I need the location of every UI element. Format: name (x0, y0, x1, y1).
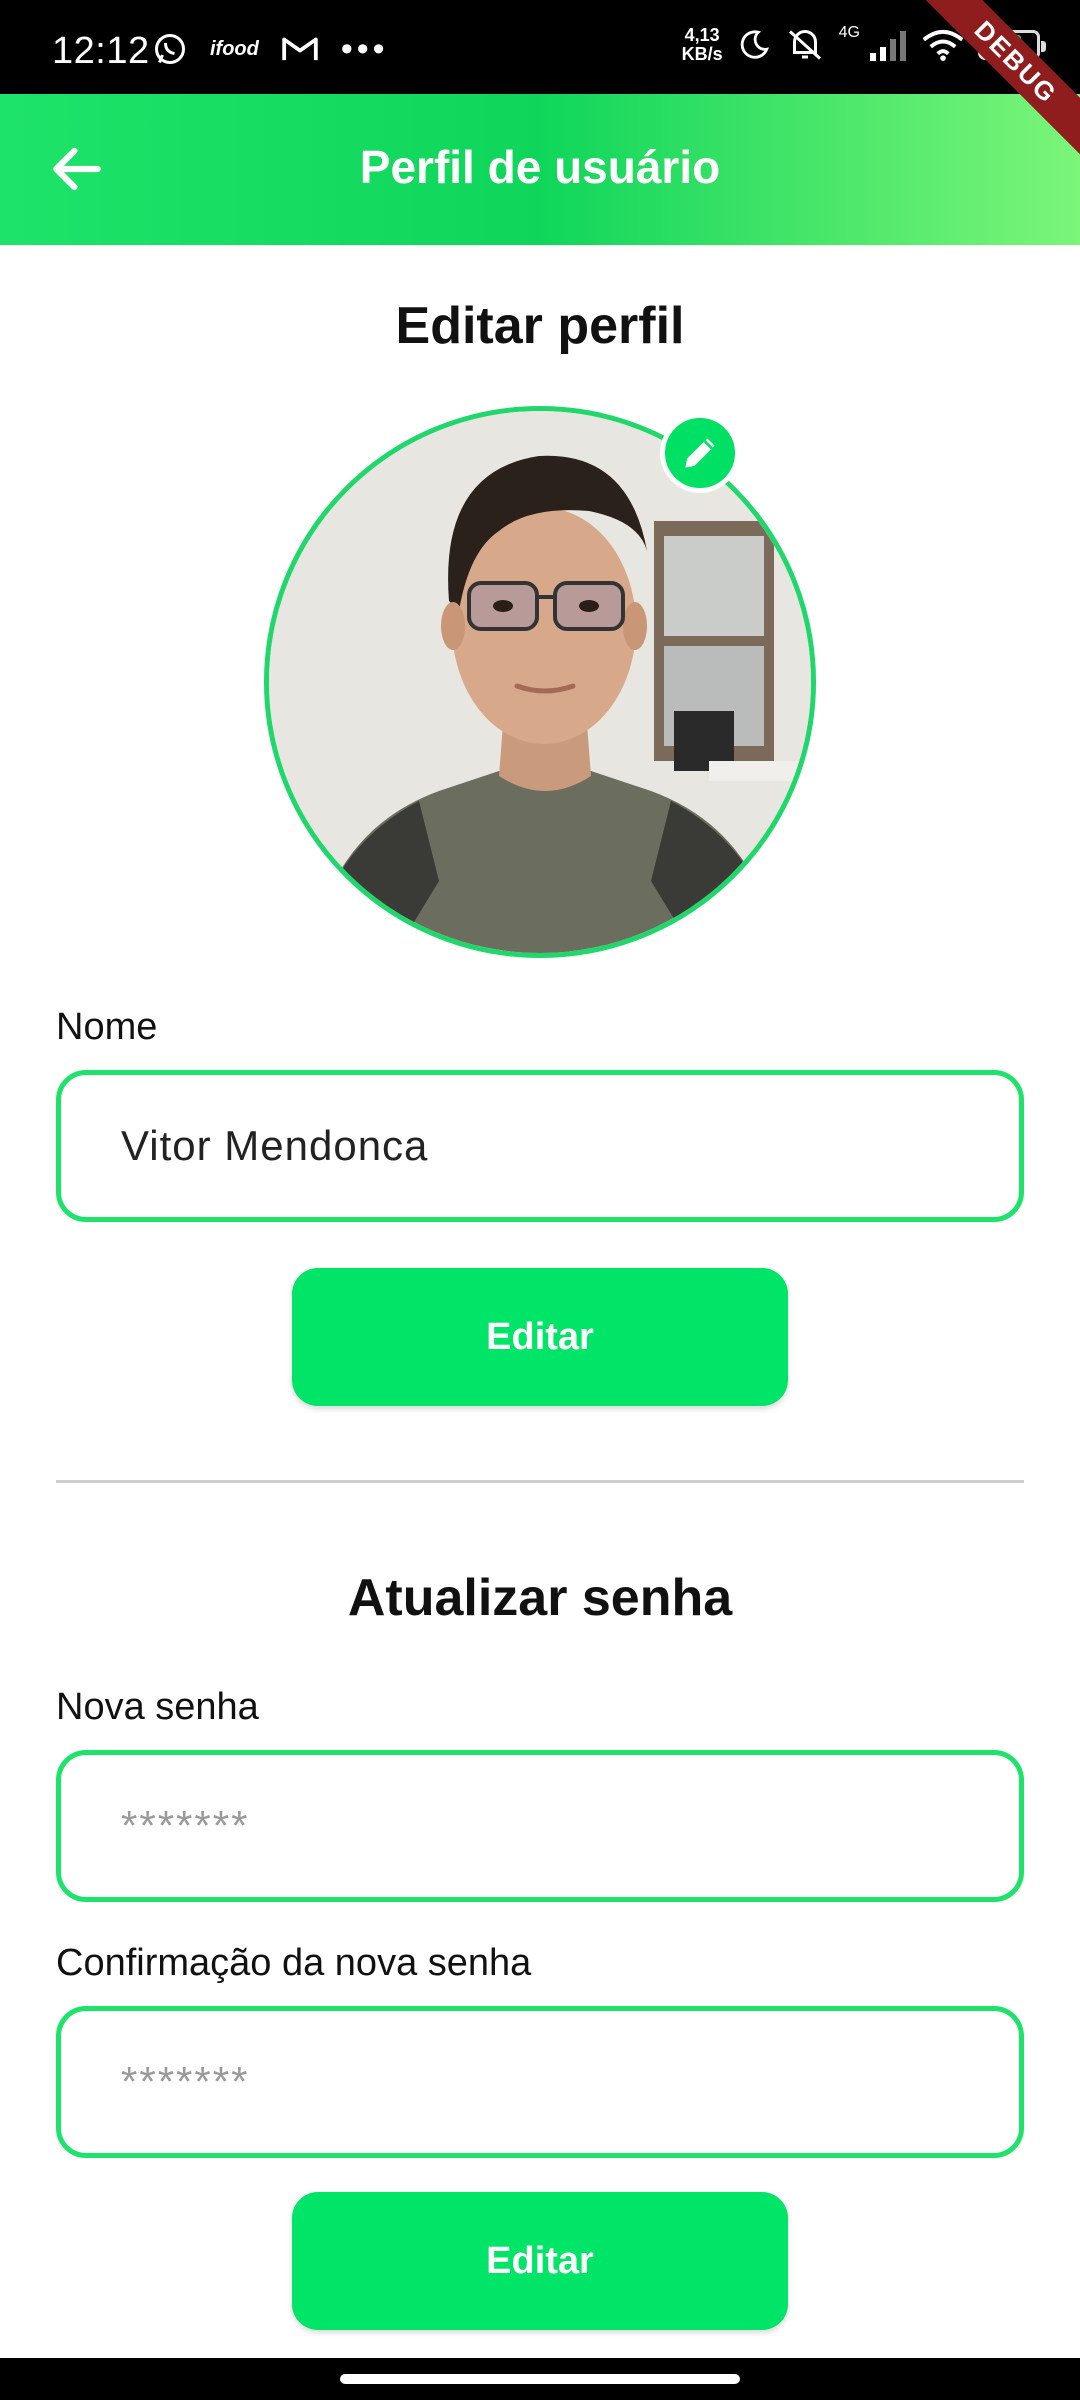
pencil-icon (685, 438, 715, 468)
confirm-password-label: Confirmação da nova senha (56, 1942, 532, 1984)
update-password-heading: Atualizar senha (347, 1569, 733, 1627)
edit-password-button[interactable]: Editar (292, 2192, 788, 2330)
speed-unit: KB/s (681, 44, 723, 64)
gmail-icon (281, 30, 319, 68)
name-field[interactable] (56, 1070, 1024, 1222)
new-password-field[interactable] (56, 1750, 1024, 1902)
new-password-label: Nova senha (56, 1686, 259, 1728)
debug-banner-label: DEBUG (920, 0, 1080, 160)
edit-photo-button[interactable] (660, 413, 740, 493)
avatar[interactable] (264, 406, 816, 958)
mute-icon (785, 26, 825, 64)
ifood-icon: ifood (210, 37, 259, 60)
edit-profile-heading: Editar perfil (395, 297, 685, 355)
signal-icon (868, 26, 908, 64)
network-type: 4G (838, 24, 860, 41)
section-divider (56, 1480, 1024, 1483)
network-speed: 4,13 KB/s (682, 26, 723, 64)
whatsapp-icon (152, 30, 188, 68)
name-label: Nome (56, 1006, 158, 1048)
app-bar: Perfil de usuário (0, 94, 1080, 245)
name-input[interactable] (119, 1121, 1019, 1171)
confirm-password-input[interactable] (119, 2057, 1019, 2107)
status-time: 12:12 (52, 30, 150, 72)
edit-name-button[interactable]: Editar (292, 1268, 788, 1406)
more-dots-icon: ••• (340, 30, 389, 68)
status-notification-icons: ifood ••• (152, 30, 389, 68)
moon-icon (737, 26, 771, 64)
status-bar: 12:12 ifood ••• 4,13 KB/s 4G 74 (0, 0, 1080, 94)
speed-value: 4,13 (684, 25, 720, 45)
debug-banner: DEBUG (920, 0, 1080, 160)
page-title: Perfil de usuário (359, 141, 721, 193)
home-gesture-handle[interactable] (340, 2374, 740, 2384)
confirm-password-field[interactable] (56, 2006, 1024, 2158)
profile-photo (269, 411, 811, 953)
system-nav-bar (0, 2358, 1080, 2400)
new-password-input[interactable] (119, 1801, 1019, 1851)
